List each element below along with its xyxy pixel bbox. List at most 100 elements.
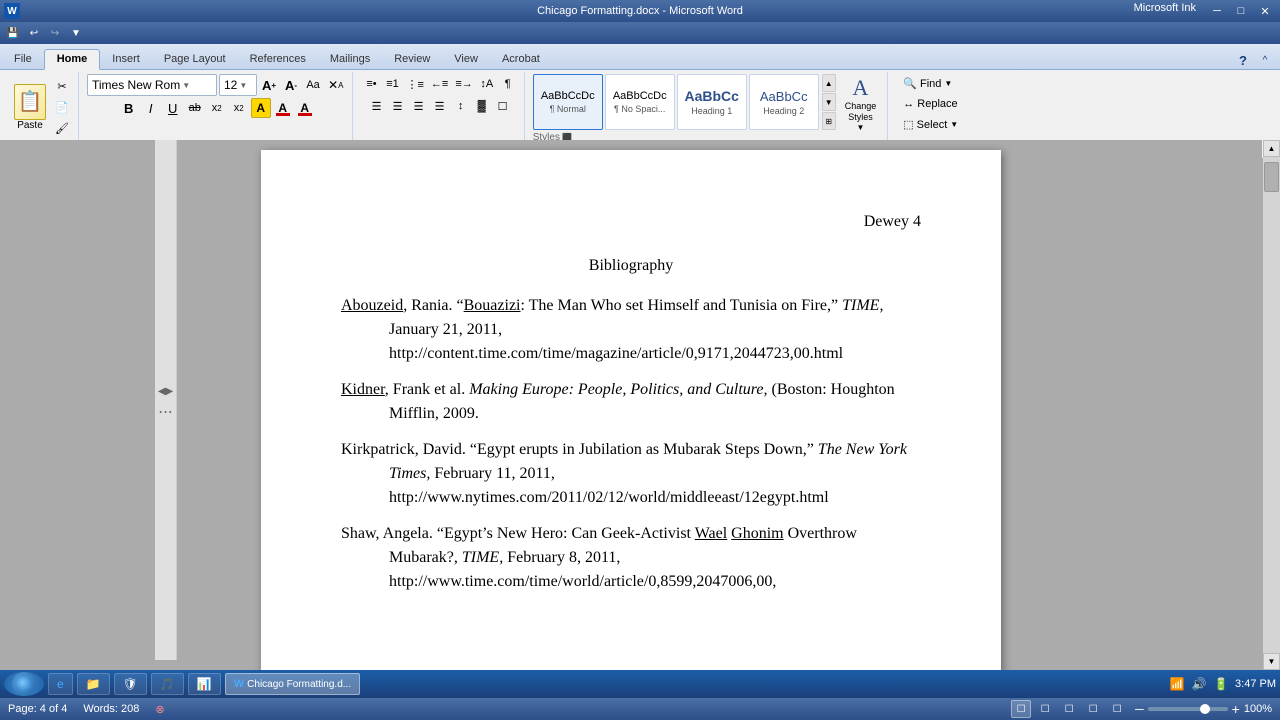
- app-icon: 📊: [197, 677, 212, 691]
- multilevel-list-button[interactable]: ⋮≡: [403, 74, 426, 94]
- show-para-button[interactable]: ¶: [498, 74, 518, 94]
- font-color-button[interactable]: A: [295, 98, 315, 118]
- subscript-button[interactable]: x2: [207, 98, 227, 118]
- close-button[interactable]: ✕: [1254, 2, 1276, 20]
- shading2-button[interactable]: ▓: [472, 96, 492, 116]
- maximize-button[interactable]: □: [1230, 2, 1252, 20]
- tab-insert[interactable]: Insert: [100, 50, 152, 69]
- find-label: Find: [920, 78, 941, 90]
- ie-taskbar-button[interactable]: e: [48, 673, 73, 695]
- tab-references[interactable]: References: [238, 50, 318, 69]
- change-case-button[interactable]: Aa: [303, 75, 323, 95]
- numbered-list-button[interactable]: ≡1: [382, 74, 402, 94]
- font-name-dropdown-arrow: ▼: [182, 81, 190, 90]
- grow-font-button[interactable]: A+: [259, 75, 279, 95]
- scroll-track[interactable]: [1263, 157, 1280, 653]
- paste-button[interactable]: 📋 Paste: [10, 82, 50, 133]
- find-button[interactable]: 🔍 Find ▼: [896, 74, 959, 93]
- zoom-out-button[interactable]: ─: [1135, 702, 1144, 716]
- security-taskbar-button[interactable]: 🛡: [114, 673, 147, 695]
- bullets-button[interactable]: ≡•: [361, 74, 381, 94]
- style-heading2-label: Heading 2: [763, 106, 804, 116]
- style-no-spacing-button[interactable]: AaBbCcDc ¶ No Spaci...: [605, 74, 675, 130]
- align-center-button[interactable]: ☰: [388, 96, 408, 116]
- ribbon-help-button[interactable]: ?: [1234, 51, 1252, 69]
- save-qat-button[interactable]: 💾: [4, 24, 22, 42]
- tab-file[interactable]: File: [2, 50, 44, 69]
- justify-button[interactable]: ☰: [430, 96, 450, 116]
- view-buttons: ☐ ☐ ☐ ☐ ☐: [1011, 700, 1127, 718]
- scroll-down-button[interactable]: ▼: [1263, 653, 1280, 670]
- shrink-font-button[interactable]: A-: [281, 75, 301, 95]
- replace-button[interactable]: ↔ Replace: [896, 95, 964, 113]
- italic-button[interactable]: I: [141, 98, 161, 118]
- tab-home[interactable]: Home: [44, 49, 101, 70]
- ribbon-collapse-button[interactable]: ^: [1256, 51, 1274, 69]
- nav-arrow-icon[interactable]: ◀▶: [155, 383, 176, 400]
- app-taskbar-button[interactable]: 📊: [188, 673, 221, 695]
- style-normal-preview: AaBbCcDc: [541, 90, 595, 102]
- superscript-button[interactable]: x2: [229, 98, 249, 118]
- line-spacing-button[interactable]: ↕: [451, 96, 471, 116]
- qat-dropdown-button[interactable]: ▼: [67, 24, 85, 42]
- style-heading2-button[interactable]: AaBbCc Heading 2: [749, 74, 819, 130]
- nav-dots: • • •: [159, 408, 171, 417]
- minimize-button[interactable]: ─: [1206, 2, 1228, 20]
- media-taskbar-button[interactable]: 🎵: [151, 673, 184, 695]
- bib-entry-1-author: Abouzeid: [341, 297, 403, 314]
- tab-acrobat[interactable]: Acrobat: [490, 50, 552, 69]
- decrease-indent-button[interactable]: ←≡: [428, 74, 451, 94]
- font-size-selector[interactable]: 12 ▼: [219, 74, 257, 96]
- clear-format-button[interactable]: ✕A: [325, 75, 346, 95]
- font-name-selector[interactable]: Times New Rom ▼: [87, 74, 217, 96]
- sort-button[interactable]: ↕A: [477, 74, 497, 94]
- page-indicator: Page: 4 of 4: [8, 703, 67, 715]
- word-count: Words: 208: [83, 703, 139, 715]
- zoom-slider[interactable]: [1148, 707, 1228, 711]
- underline-button[interactable]: U: [163, 98, 183, 118]
- style-heading1-button[interactable]: AaBbCc Heading 1: [677, 74, 747, 130]
- undo-qat-button[interactable]: ↩: [25, 24, 43, 42]
- volume-tray-icon[interactable]: 🔊: [1191, 676, 1207, 692]
- align-right-button[interactable]: ☰: [409, 96, 429, 116]
- tab-page-layout[interactable]: Page Layout: [152, 50, 238, 69]
- align-left-button[interactable]: ☰: [367, 96, 387, 116]
- format-painter-button[interactable]: 🖌: [52, 118, 72, 138]
- network-tray-icon[interactable]: 📶: [1169, 676, 1185, 692]
- folder-taskbar-button[interactable]: 📁: [77, 673, 110, 695]
- tab-mailings[interactable]: Mailings: [318, 50, 382, 69]
- document-page[interactable]: Dewey 4 Bibliography Abouzeid, Rania. “B…: [261, 150, 1001, 670]
- bib-entry-3: Kirkpatrick, David. “Egypt erupts in Jub…: [341, 438, 921, 510]
- bold-button[interactable]: B: [119, 98, 139, 118]
- folder-icon: 📁: [86, 677, 101, 691]
- gallery-scroll-down-button[interactable]: ▼: [822, 93, 836, 111]
- word-taskbar-button[interactable]: W Chicago Formatting.d...: [225, 673, 360, 695]
- start-button[interactable]: [4, 672, 44, 696]
- copy-button[interactable]: 📄: [52, 97, 72, 117]
- shading-button[interactable]: A: [273, 98, 293, 118]
- outline-button[interactable]: ☐: [1083, 700, 1103, 718]
- cut-button[interactable]: ✂: [52, 76, 72, 96]
- web-layout-button[interactable]: ☐: [1059, 700, 1079, 718]
- battery-tray-icon[interactable]: 🔋: [1213, 676, 1229, 692]
- gallery-scroll-up-button[interactable]: ▲: [822, 74, 836, 92]
- print-layout-button[interactable]: ☐: [1011, 700, 1031, 718]
- redo-qat-button[interactable]: ↪: [46, 24, 64, 42]
- gallery-scroll-more-button[interactable]: ⊞: [822, 112, 836, 130]
- select-dropdown-arrow: ▼: [950, 120, 958, 129]
- change-styles-button[interactable]: A ChangeStyles ▼: [840, 70, 882, 140]
- draft-button[interactable]: ☐: [1107, 700, 1127, 718]
- border-button[interactable]: ☐: [493, 96, 513, 116]
- increase-indent-button[interactable]: ≡→: [452, 74, 475, 94]
- zoom-in-button[interactable]: +: [1232, 701, 1240, 717]
- full-reading-button[interactable]: ☐: [1035, 700, 1055, 718]
- tab-view[interactable]: View: [442, 50, 490, 69]
- strikethrough-button[interactable]: ab: [185, 98, 205, 118]
- scroll-thumb[interactable]: [1264, 162, 1279, 192]
- scroll-up-button[interactable]: ▲: [1263, 140, 1280, 157]
- tab-review[interactable]: Review: [382, 50, 442, 69]
- word-icon2: W: [234, 678, 244, 690]
- select-button[interactable]: ⬚ Select ▼: [896, 115, 965, 134]
- style-normal-button[interactable]: AaBbCcDc ¶ Normal: [533, 74, 603, 130]
- text-highlight-button[interactable]: A: [251, 98, 271, 118]
